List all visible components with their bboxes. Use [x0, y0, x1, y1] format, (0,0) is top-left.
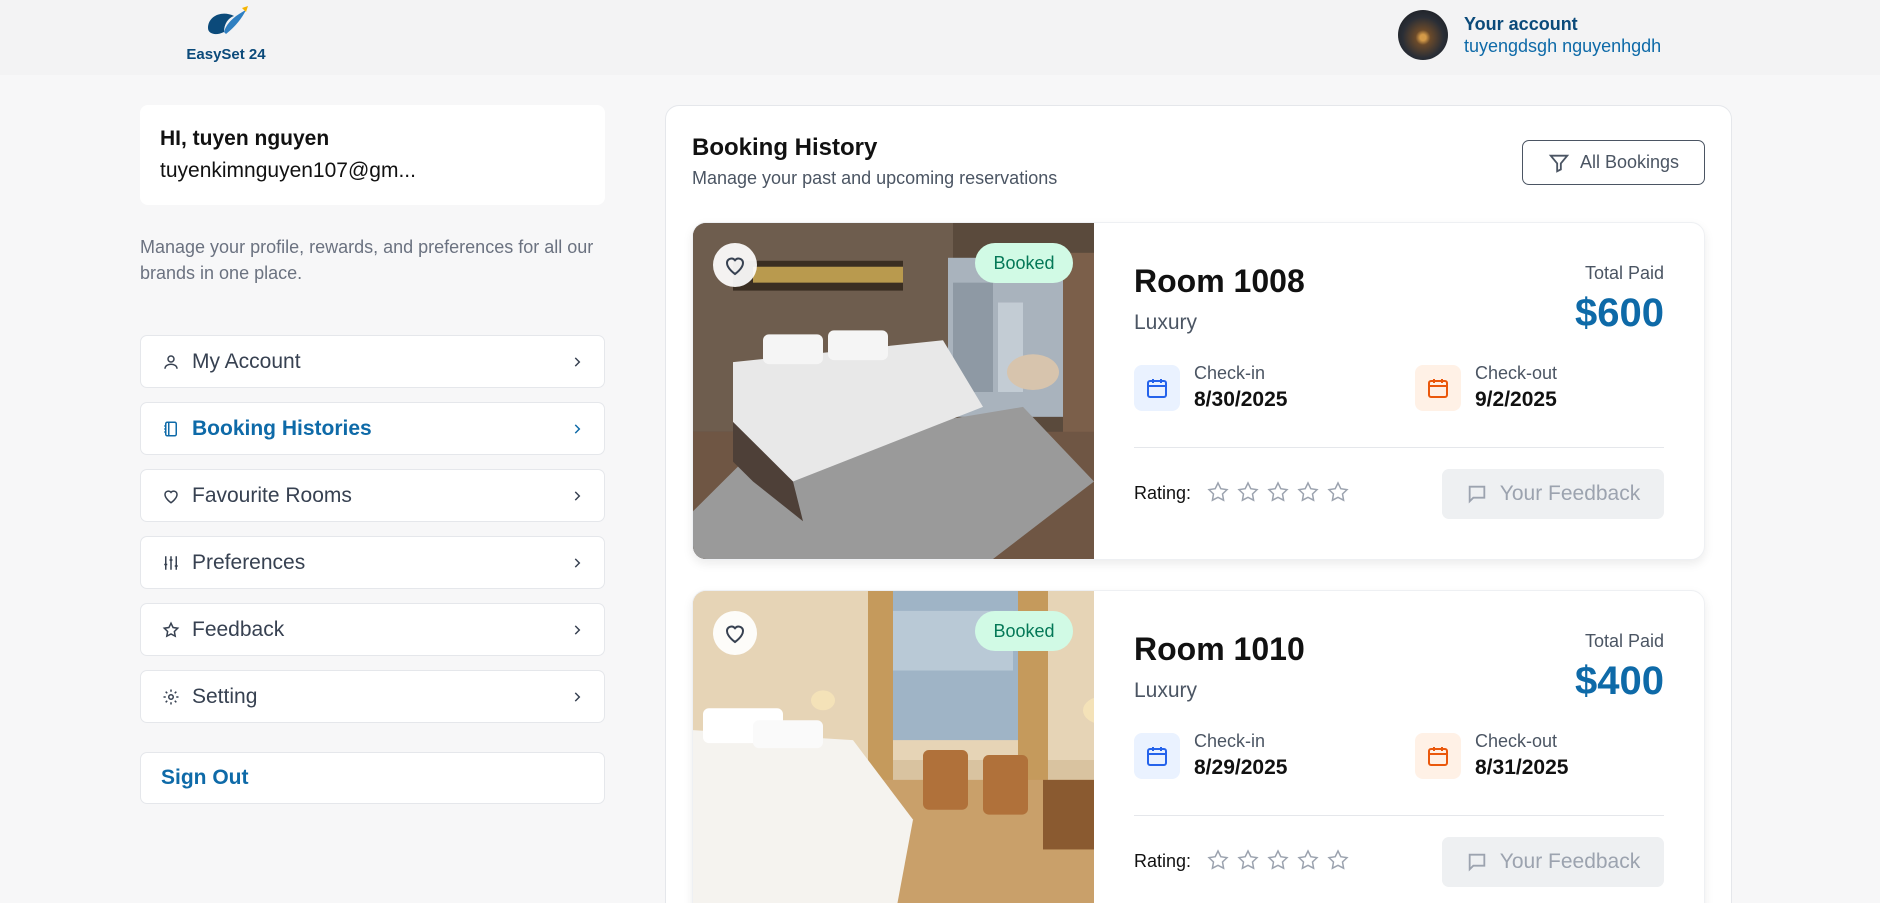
- star-icon[interactable]: [1266, 480, 1290, 504]
- rating-label: Rating:: [1134, 851, 1192, 871]
- check-in-label: Check-in: [1194, 363, 1266, 383]
- status-badge: Booked: [975, 611, 1073, 651]
- greeting-card: HI, tuyen nguyen tuyenkimnguyen107@gm...: [140, 105, 605, 205]
- rating-stars: [1206, 480, 1350, 504]
- chevron-right-icon: [574, 691, 581, 702]
- your-feedback-button[interactable]: Your Feedback: [1442, 469, 1664, 519]
- notebook-icon: [161, 419, 181, 439]
- logo-text: EasySet 24: [186, 46, 266, 63]
- sidebar-item-booking-histories[interactable]: Booking Histories: [140, 402, 605, 455]
- greeting-text: HI, tuyen nguyen: [160, 127, 330, 150]
- calendar-icon: [1134, 732, 1180, 779]
- your-feedback-button[interactable]: Your Feedback: [1442, 837, 1664, 887]
- check-out-date: 9/2/2025: [1475, 388, 1557, 411]
- heart-icon: [725, 257, 745, 276]
- divider: [1134, 815, 1664, 816]
- favourite-button[interactable]: [713, 611, 757, 655]
- sliders-icon: [161, 553, 181, 573]
- message-icon: [1468, 853, 1485, 872]
- check-in-block: Check-in 8/29/2025: [1134, 731, 1287, 780]
- filter-bookings-button[interactable]: All Bookings: [1522, 140, 1705, 185]
- check-out-label: Check-out: [1475, 731, 1558, 751]
- chevron-right-icon: [574, 557, 581, 568]
- sidebar-item-setting[interactable]: Setting: [140, 670, 605, 723]
- logo[interactable]: EasySet 24: [186, 6, 266, 66]
- check-in-block: Check-in 8/30/2025: [1134, 363, 1287, 412]
- favourite-button[interactable]: [713, 243, 757, 287]
- rating-label: Rating:: [1134, 483, 1192, 503]
- calendar-icon: [1134, 364, 1180, 411]
- heart-icon: [725, 625, 745, 644]
- message-icon: [1468, 485, 1485, 504]
- top-bar: EasySet 24 Your account tuyengdsgh nguye…: [0, 0, 1880, 75]
- user-email: tuyenkimnguyen107@gm...: [160, 159, 416, 182]
- check-in-label: Check-in: [1194, 731, 1266, 751]
- sidebar-item-label: Preferences: [192, 550, 306, 574]
- chevron-right-icon: [574, 490, 581, 501]
- calendar-icon: [1415, 732, 1461, 779]
- divider: [1134, 447, 1664, 448]
- star-icon[interactable]: [1296, 848, 1320, 872]
- account-title: Your account: [1464, 14, 1578, 34]
- sidebar-item-label: My Account: [192, 349, 301, 373]
- star-icon[interactable]: [1326, 480, 1350, 504]
- filter-icon: [1548, 154, 1570, 173]
- check-in-date: 8/29/2025: [1194, 756, 1288, 779]
- gear-icon: [161, 687, 181, 707]
- chevron-right-icon: [574, 624, 581, 635]
- filter-label: All Bookings: [1579, 152, 1680, 172]
- profile-description: Manage your profile, rewards, and prefer…: [140, 237, 594, 283]
- sidebar-item-label: Setting: [192, 684, 258, 708]
- status-badge: Booked: [975, 243, 1073, 283]
- feedback-label: Your Feedback: [1499, 482, 1641, 505]
- booking-card: Booked Room 1008 Luxury Total Paid $600 …: [692, 222, 1705, 560]
- star-icon: [161, 620, 181, 640]
- star-icon[interactable]: [1296, 480, 1320, 504]
- star-icon[interactable]: [1236, 848, 1260, 872]
- sidebar-item-favourite-rooms[interactable]: Favourite Rooms: [140, 469, 605, 522]
- calendar-icon: [1415, 364, 1461, 411]
- total-paid-label: Total Paid: [1584, 631, 1664, 651]
- sidebar-item-preferences[interactable]: Preferences: [140, 536, 605, 589]
- avatar[interactable]: [1398, 10, 1448, 60]
- heart-icon: [161, 486, 181, 506]
- star-icon[interactable]: [1326, 848, 1350, 872]
- total-paid-label: Total Paid: [1584, 263, 1664, 283]
- sidebar-item-feedback[interactable]: Feedback: [140, 603, 605, 656]
- check-in-date: 8/30/2025: [1194, 388, 1288, 411]
- plane-logo-icon: [208, 6, 248, 35]
- chevron-right-icon: [574, 356, 581, 367]
- sign-out-button[interactable]: Sign Out: [140, 752, 605, 804]
- check-out-block: Check-out 9/2/2025: [1415, 363, 1557, 412]
- chevron-right-icon: [574, 423, 581, 434]
- check-out-date: 8/31/2025: [1475, 756, 1569, 779]
- room-type: Luxury: [1134, 311, 1198, 334]
- account-name: tuyengdsgh nguyenhgdh: [1464, 36, 1662, 56]
- user-icon: [161, 352, 181, 372]
- sidebar-item-label: Feedback: [192, 617, 285, 641]
- star-icon[interactable]: [1206, 848, 1230, 872]
- sidebar-item-label: Favourite Rooms: [192, 483, 352, 507]
- room-name: Room 1010: [1134, 631, 1305, 667]
- page-subtitle: Manage your past and upcoming reservatio…: [692, 168, 1058, 188]
- sidebar-item-my-account[interactable]: My Account: [140, 335, 605, 388]
- account-menu[interactable]: Your account tuyengdsgh nguyenhgdh: [1398, 10, 1661, 60]
- star-icon[interactable]: [1236, 480, 1260, 504]
- total-paid-amount: $400: [1575, 659, 1664, 703]
- star-icon[interactable]: [1266, 848, 1290, 872]
- room-type: Luxury: [1134, 679, 1198, 702]
- star-icon[interactable]: [1206, 480, 1230, 504]
- rating-stars: [1206, 848, 1350, 872]
- room-name: Room 1008: [1134, 263, 1305, 299]
- check-out-label: Check-out: [1475, 363, 1558, 383]
- page-title: Booking History: [692, 134, 878, 161]
- booking-history-panel: Booking History Manage your past and upc…: [665, 105, 1732, 903]
- booking-card: Booked Room 1010 Luxury Total Paid $400 …: [692, 590, 1705, 903]
- check-out-block: Check-out 8/31/2025: [1415, 731, 1568, 780]
- sidebar-item-label: Booking Histories: [192, 416, 372, 440]
- total-paid-amount: $600: [1575, 291, 1664, 335]
- feedback-label: Your Feedback: [1499, 850, 1641, 873]
